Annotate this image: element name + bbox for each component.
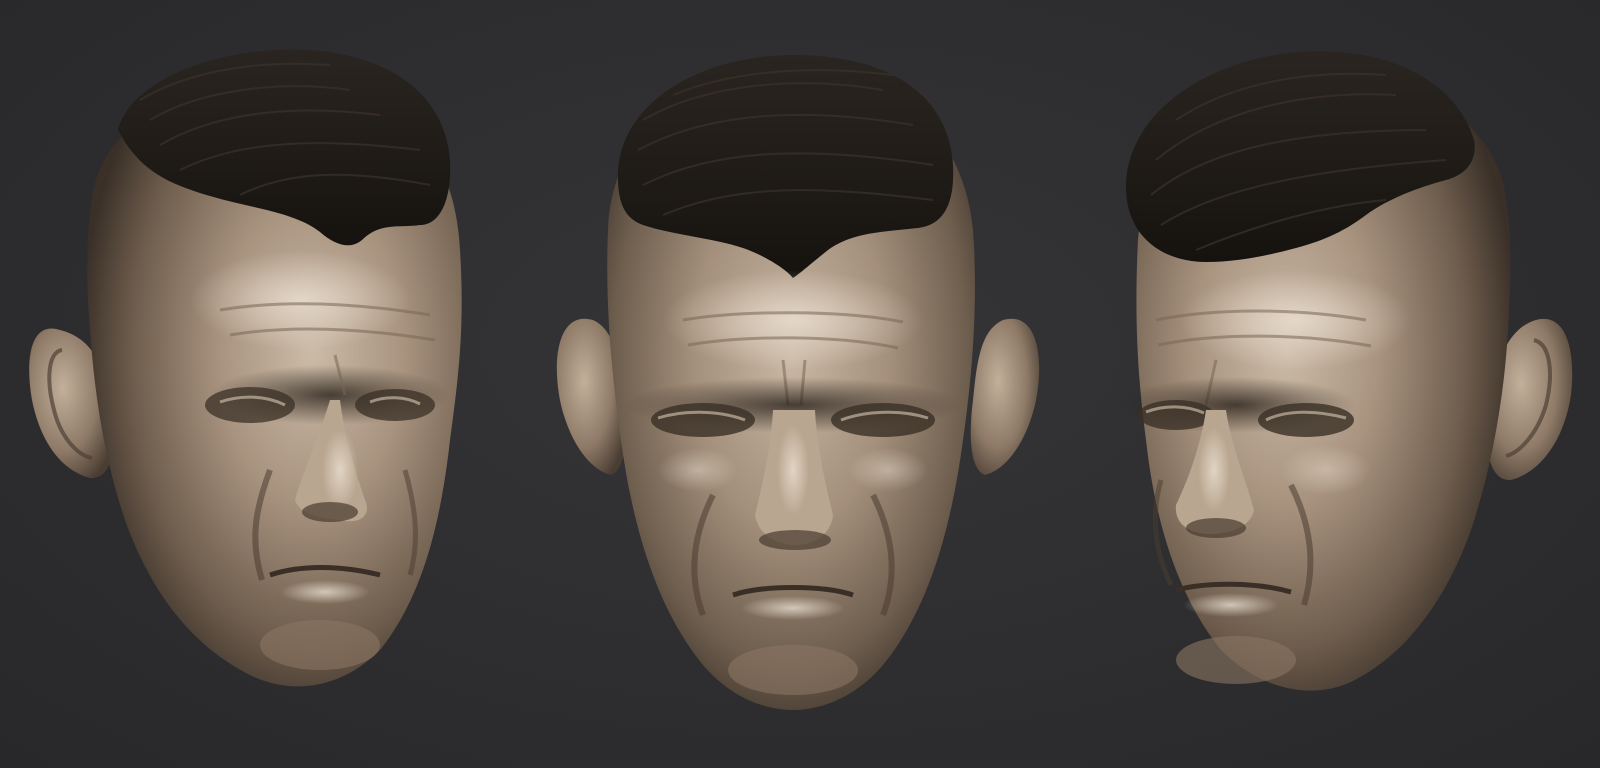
head-front-graphic [556,55,1040,710]
sculpt-viewport [0,0,1600,768]
head-sculpt-front [533,0,1066,768]
head-sculpt-three-quarter-right [1066,0,1599,768]
head-sculpt-three-quarter-left [0,0,533,768]
head-three-quarter-right-graphic [1116,51,1573,691]
head-three-quarter-left-graphic [29,49,462,687]
